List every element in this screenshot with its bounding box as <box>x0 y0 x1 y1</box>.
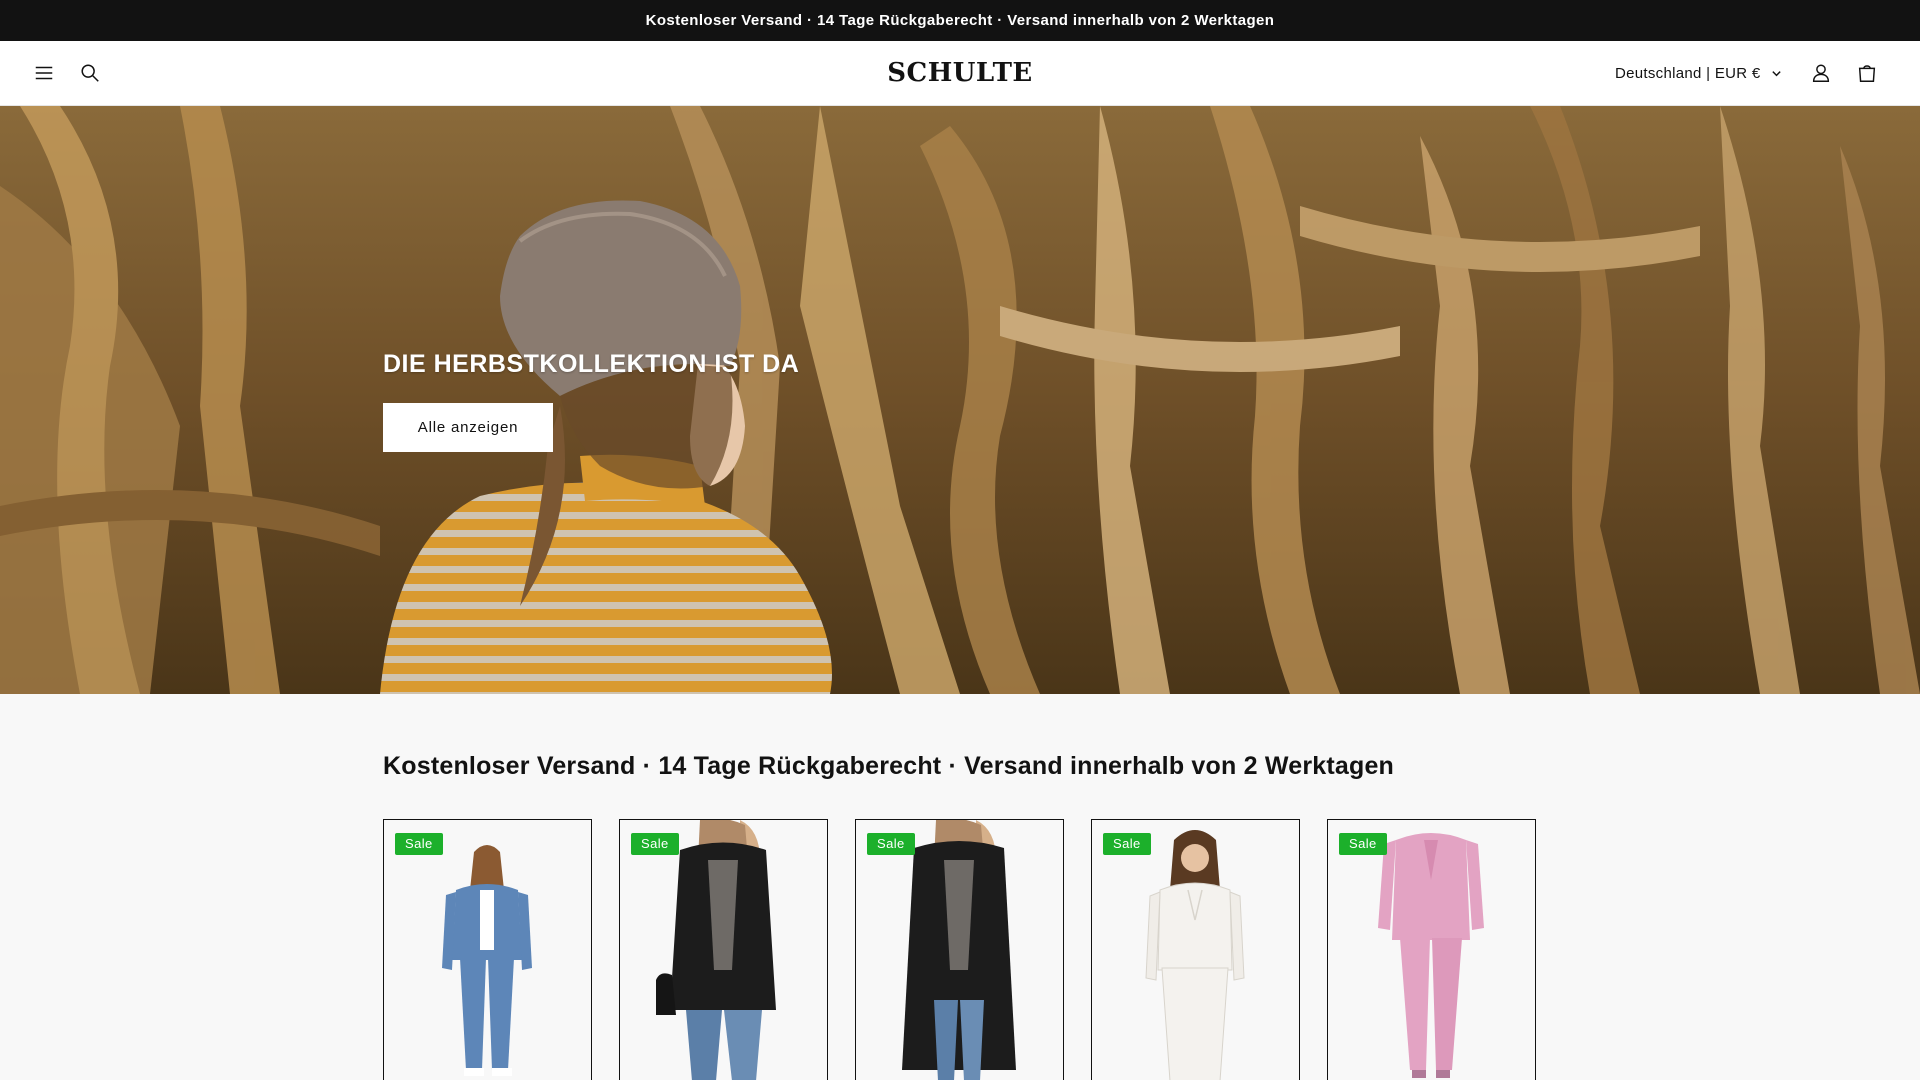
product-card[interactable]: Sale <box>383 819 592 1080</box>
account-icon <box>1812 64 1830 82</box>
sale-badge: Sale <box>395 833 443 855</box>
sale-badge: Sale <box>1339 833 1387 855</box>
product-image <box>656 820 776 1080</box>
account-button[interactable] <box>1801 53 1841 93</box>
product-card[interactable]: Sale <box>619 819 828 1080</box>
product-grid: Sale Sale Sale Sale Sale <box>383 819 1538 1080</box>
collection-heading: Kostenloser Versand · 14 Tage Rückgabere… <box>383 752 1395 780</box>
site-logo[interactable]: SCHULTE <box>860 53 1060 93</box>
chevron-down-icon <box>1771 70 1781 76</box>
product-card[interactable]: Sale <box>855 819 1064 1080</box>
cart-icon <box>1858 65 1876 82</box>
search-button[interactable] <box>70 53 110 93</box>
search-icon <box>81 64 99 82</box>
view-all-button[interactable]: Alle anzeigen <box>383 403 553 452</box>
announcement-text: Kostenloser Versand · 14 Tage Rückgabere… <box>645 12 1275 29</box>
hero-banner: DIE HERBSTKOLLEKTION IST DA Alle anzeige… <box>0 106 1920 694</box>
announcement-bar: Kostenloser Versand · 14 Tage Rückgabere… <box>0 0 1920 41</box>
product-image <box>442 845 532 1076</box>
product-card[interactable]: Sale <box>1091 819 1300 1080</box>
cart-button[interactable] <box>1847 53 1887 93</box>
product-image <box>902 820 1016 1080</box>
sale-badge: Sale <box>1103 833 1151 855</box>
locale-label: Deutschland | EUR € <box>1615 64 1761 82</box>
site-header: SCHULTE Deutschland | EUR € <box>0 41 1920 106</box>
menu-icon <box>35 66 53 80</box>
product-image <box>1145 830 1245 1080</box>
hero-title: DIE HERBSTKOLLEKTION IST DA <box>383 350 800 378</box>
menu-button[interactable] <box>24 53 64 93</box>
locale-selector[interactable]: Deutschland | EUR € <box>1615 59 1782 87</box>
product-card[interactable]: Sale <box>1327 819 1536 1080</box>
logo-text: SCHULTE <box>887 58 1033 88</box>
hero-image <box>0 106 1920 694</box>
sale-badge: Sale <box>867 833 915 855</box>
product-image <box>1378 833 1484 1078</box>
sale-badge: Sale <box>631 833 679 855</box>
